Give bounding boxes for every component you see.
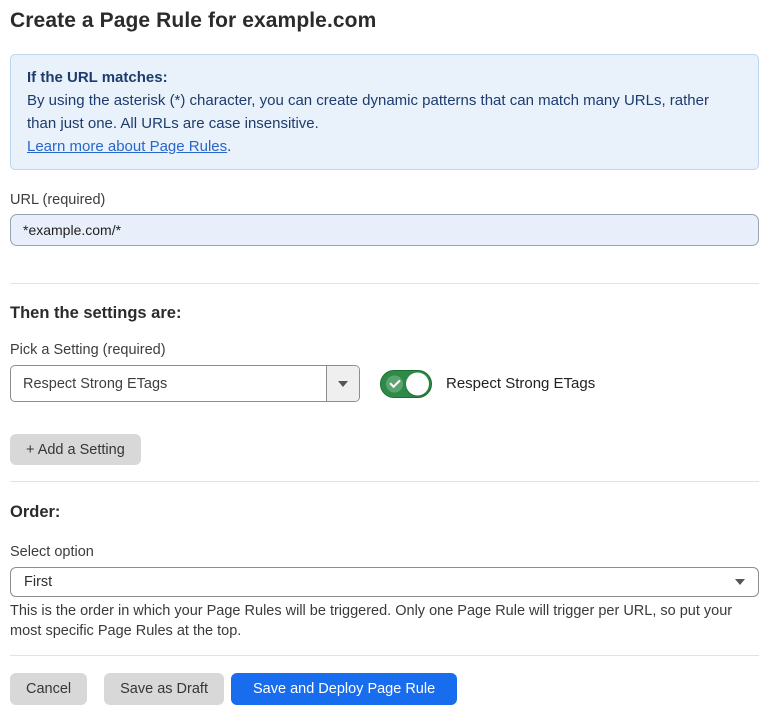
form-actions: Cancel Save as Draft Save and Deploy Pag… bbox=[10, 673, 759, 705]
save-as-draft-button[interactable]: Save as Draft bbox=[104, 673, 224, 705]
info-box-heading: If the URL matches: bbox=[27, 66, 742, 89]
settings-section-heading: Then the settings are: bbox=[10, 303, 759, 323]
divider bbox=[10, 655, 759, 656]
setting-select-arrow-button[interactable] bbox=[326, 366, 359, 401]
divider bbox=[10, 481, 759, 482]
setting-select-value: Respect Strong ETags bbox=[11, 366, 326, 401]
pick-setting-label: Pick a Setting (required) bbox=[10, 341, 759, 359]
order-help-text: This is the order in which your Page Rul… bbox=[10, 601, 755, 641]
url-field-label: URL (required) bbox=[10, 191, 759, 209]
order-select[interactable]: First bbox=[10, 567, 759, 597]
setting-row: Respect Strong ETags Respect Strong ETag… bbox=[10, 365, 759, 402]
url-input[interactable] bbox=[10, 214, 759, 246]
setting-toggle[interactable] bbox=[380, 370, 432, 398]
divider bbox=[10, 283, 759, 284]
cancel-button[interactable]: Cancel bbox=[10, 673, 87, 705]
page-title: Create a Page Rule for example.com bbox=[10, 8, 759, 34]
learn-more-link[interactable]: Learn more about Page Rules bbox=[27, 138, 227, 155]
setting-select[interactable]: Respect Strong ETags bbox=[10, 365, 360, 402]
order-select-value: First bbox=[24, 574, 735, 590]
info-box-link-line: Learn more about Page Rules. bbox=[27, 135, 742, 158]
chevron-down-icon bbox=[735, 579, 745, 585]
add-setting-button[interactable]: + Add a Setting bbox=[10, 434, 141, 465]
order-select-label: Select option bbox=[10, 543, 759, 561]
url-match-info-box: If the URL matches: By using the asteris… bbox=[10, 54, 759, 170]
chevron-down-icon bbox=[338, 381, 348, 387]
save-and-deploy-button[interactable]: Save and Deploy Page Rule bbox=[231, 673, 457, 705]
check-icon bbox=[386, 375, 403, 392]
order-section-heading: Order: bbox=[10, 502, 759, 522]
link-period: . bbox=[227, 138, 231, 155]
setting-toggle-label: Respect Strong ETags bbox=[446, 375, 595, 392]
toggle-knob bbox=[406, 372, 429, 395]
info-box-body: By using the asterisk (*) character, you… bbox=[27, 89, 742, 135]
